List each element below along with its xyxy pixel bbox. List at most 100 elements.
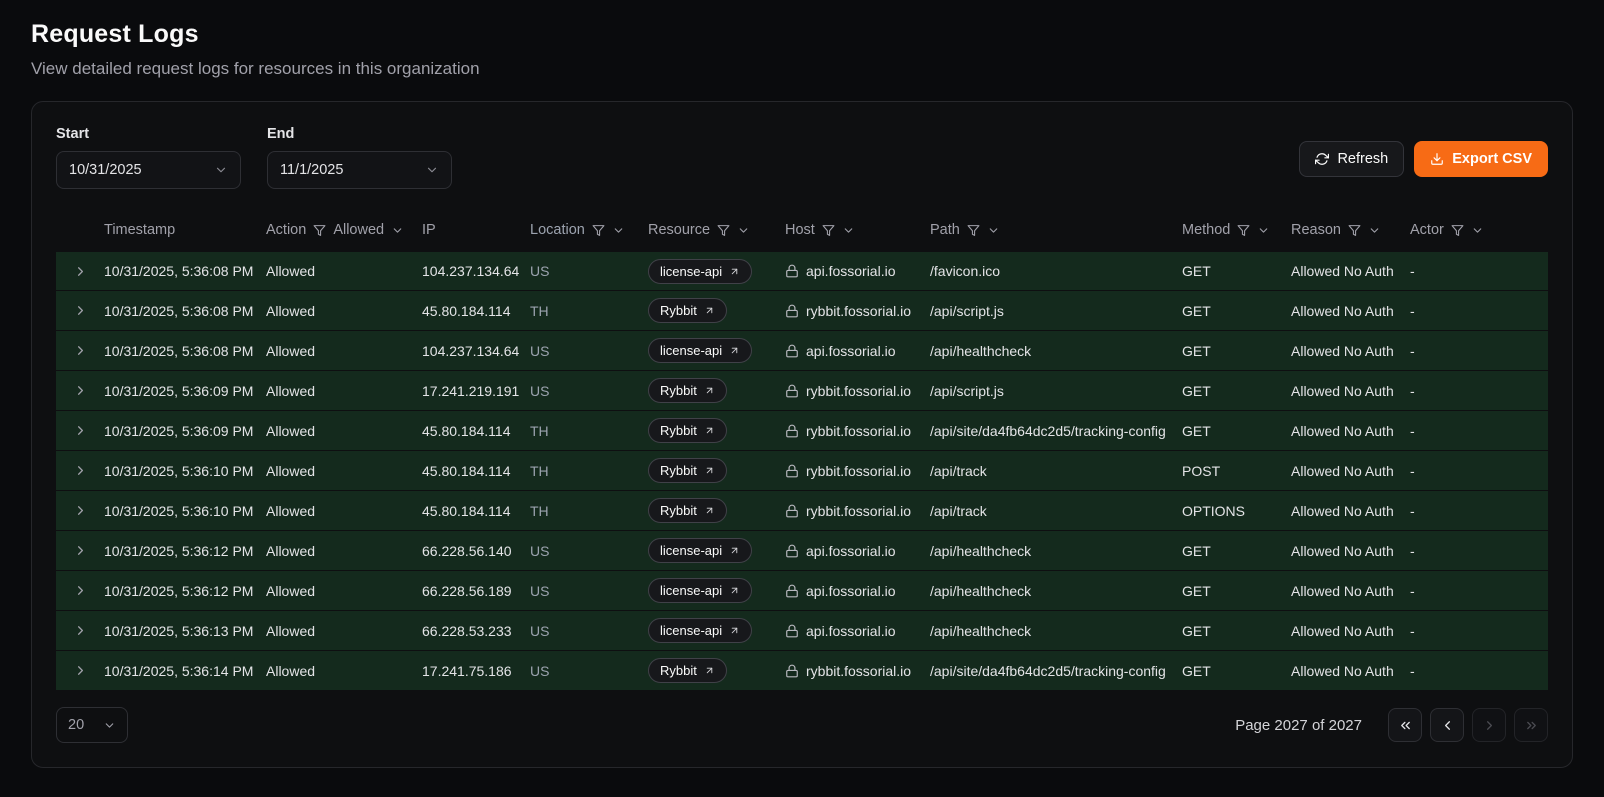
cell-location: US <box>530 583 648 599</box>
timestamp-value: 10/31/2025, 5:36:08 PM <box>104 343 253 359</box>
table-row[interactable]: 10/31/2025, 5:36:09 PMAllowed45.80.184.1… <box>56 411 1548 451</box>
column-header-path[interactable]: Path <box>930 222 1182 238</box>
chevron-down-icon <box>425 163 439 177</box>
arrow-up-right-icon <box>704 465 715 476</box>
expand-row-button[interactable] <box>56 343 104 358</box>
actor-value: - <box>1410 543 1415 559</box>
column-header-host[interactable]: Host <box>785 222 930 238</box>
resource-badge[interactable]: Rybbit <box>648 458 727 483</box>
cell-ip: 45.80.184.114 <box>422 423 530 439</box>
column-header-location[interactable]: Location <box>530 222 648 238</box>
cell-method: GET <box>1182 623 1291 639</box>
end-date-field: End 11/1/2025 <box>267 126 452 189</box>
path-value: /api/healthcheck <box>930 623 1031 639</box>
expand-row-button[interactable] <box>56 663 104 678</box>
column-label-action: Action <box>266 222 306 238</box>
cell-actor: - <box>1410 383 1548 399</box>
table-row[interactable]: 10/31/2025, 5:36:10 PMAllowed45.80.184.1… <box>56 491 1548 531</box>
cell-reason: Allowed No Auth <box>1291 543 1410 559</box>
table-row[interactable]: 10/31/2025, 5:36:13 PMAllowed66.228.53.2… <box>56 611 1548 651</box>
resource-badge[interactable]: license-api <box>648 618 752 643</box>
refresh-button[interactable]: Refresh <box>1299 141 1404 177</box>
refresh-icon <box>1315 152 1329 166</box>
path-value: /api/healthcheck <box>930 583 1031 599</box>
first-page-button[interactable] <box>1388 708 1422 742</box>
expand-row-button[interactable] <box>56 623 104 638</box>
action-value: Allowed <box>266 343 315 359</box>
method-value: GET <box>1182 383 1211 399</box>
cell-method: POST <box>1182 463 1291 479</box>
expand-row-button[interactable] <box>56 503 104 518</box>
lock-icon <box>785 264 799 278</box>
column-header-resource[interactable]: Resource <box>648 222 785 238</box>
expand-row-button[interactable] <box>56 463 104 478</box>
table-row[interactable]: 10/31/2025, 5:36:14 PMAllowed17.241.75.1… <box>56 651 1548 691</box>
expand-row-button[interactable] <box>56 423 104 438</box>
chevron-left-icon <box>1440 718 1455 733</box>
column-header-actor[interactable]: Actor <box>1410 222 1548 238</box>
table-row[interactable]: 10/31/2025, 5:36:08 PMAllowed104.237.134… <box>56 331 1548 371</box>
action-value: Allowed <box>266 463 315 479</box>
resource-badge[interactable]: license-api <box>648 259 752 284</box>
start-date-select[interactable]: 10/31/2025 <box>56 151 241 189</box>
page-size-select[interactable]: 20 <box>56 707 128 743</box>
cell-host: rybbit.fossorial.io <box>785 383 930 399</box>
column-filter-value-action: Allowed <box>333 222 384 238</box>
resource-badge[interactable]: Rybbit <box>648 498 727 523</box>
method-value: GET <box>1182 543 1211 559</box>
resource-badge[interactable]: Rybbit <box>648 378 727 403</box>
reason-value: Allowed No Auth <box>1291 583 1394 599</box>
chevron-down-icon <box>1368 224 1381 237</box>
cell-action: Allowed <box>266 423 422 439</box>
location-value: TH <box>530 303 549 319</box>
end-date-select[interactable]: 11/1/2025 <box>267 151 452 189</box>
cell-ip: 104.237.134.64 <box>422 263 530 279</box>
table-row[interactable]: 10/31/2025, 5:36:09 PMAllowed17.241.219.… <box>56 371 1548 411</box>
lock-icon <box>785 304 799 318</box>
action-value: Allowed <box>266 623 315 639</box>
cell-path: /api/script.js <box>930 303 1182 319</box>
expand-row-button[interactable] <box>56 264 104 279</box>
expand-row-button[interactable] <box>56 303 104 318</box>
cell-location: US <box>530 383 648 399</box>
resource-name: Rybbit <box>660 463 697 478</box>
previous-page-button[interactable] <box>1430 708 1464 742</box>
column-header-action[interactable]: Action Allowed <box>266 222 422 238</box>
timestamp-value: 10/31/2025, 5:36:12 PM <box>104 543 253 559</box>
expand-row-button[interactable] <box>56 383 104 398</box>
export-csv-button-label: Export CSV <box>1452 151 1532 167</box>
column-header-method[interactable]: Method <box>1182 222 1291 238</box>
table-row[interactable]: 10/31/2025, 5:36:08 PMAllowed45.80.184.1… <box>56 291 1548 331</box>
column-header-reason[interactable]: Reason <box>1291 222 1410 238</box>
pager-buttons <box>1388 708 1548 742</box>
host-value: api.fossorial.io <box>806 343 896 359</box>
cell-resource: license-api <box>648 338 785 363</box>
table-row[interactable]: 10/31/2025, 5:36:08 PMAllowed104.237.134… <box>56 251 1548 291</box>
resource-badge[interactable]: license-api <box>648 538 752 563</box>
cell-method: OPTIONS <box>1182 503 1291 519</box>
location-value: US <box>530 383 549 399</box>
path-value: /favicon.ico <box>930 263 1000 279</box>
table-row[interactable]: 10/31/2025, 5:36:12 PMAllowed66.228.56.1… <box>56 571 1548 611</box>
path-value: /api/script.js <box>930 303 1004 319</box>
table-row[interactable]: 10/31/2025, 5:36:12 PMAllowed66.228.56.1… <box>56 531 1548 571</box>
resource-badge[interactable]: license-api <box>648 338 752 363</box>
expand-row-button[interactable] <box>56 543 104 558</box>
timestamp-value: 10/31/2025, 5:36:12 PM <box>104 583 253 599</box>
request-logs-table: TimestampActionAllowedIPLocationResource… <box>56 209 1548 743</box>
arrow-up-right-icon <box>704 665 715 676</box>
action-value: Allowed <box>266 543 315 559</box>
resource-badge[interactable]: Rybbit <box>648 658 727 683</box>
page-size-value: 20 <box>68 717 84 733</box>
resource-badge[interactable]: Rybbit <box>648 298 727 323</box>
table-row[interactable]: 10/31/2025, 5:36:10 PMAllowed45.80.184.1… <box>56 451 1548 491</box>
cell-timestamp: 10/31/2025, 5:36:10 PM <box>104 463 266 479</box>
cell-location: TH <box>530 503 648 519</box>
resource-badge[interactable]: Rybbit <box>648 418 727 443</box>
resource-badge[interactable]: license-api <box>648 578 752 603</box>
arrow-up-right-icon <box>729 345 740 356</box>
expand-row-button[interactable] <box>56 583 104 598</box>
export-csv-button[interactable]: Export CSV <box>1414 141 1548 177</box>
chevron-right-icon <box>73 463 88 478</box>
cell-reason: Allowed No Auth <box>1291 343 1410 359</box>
